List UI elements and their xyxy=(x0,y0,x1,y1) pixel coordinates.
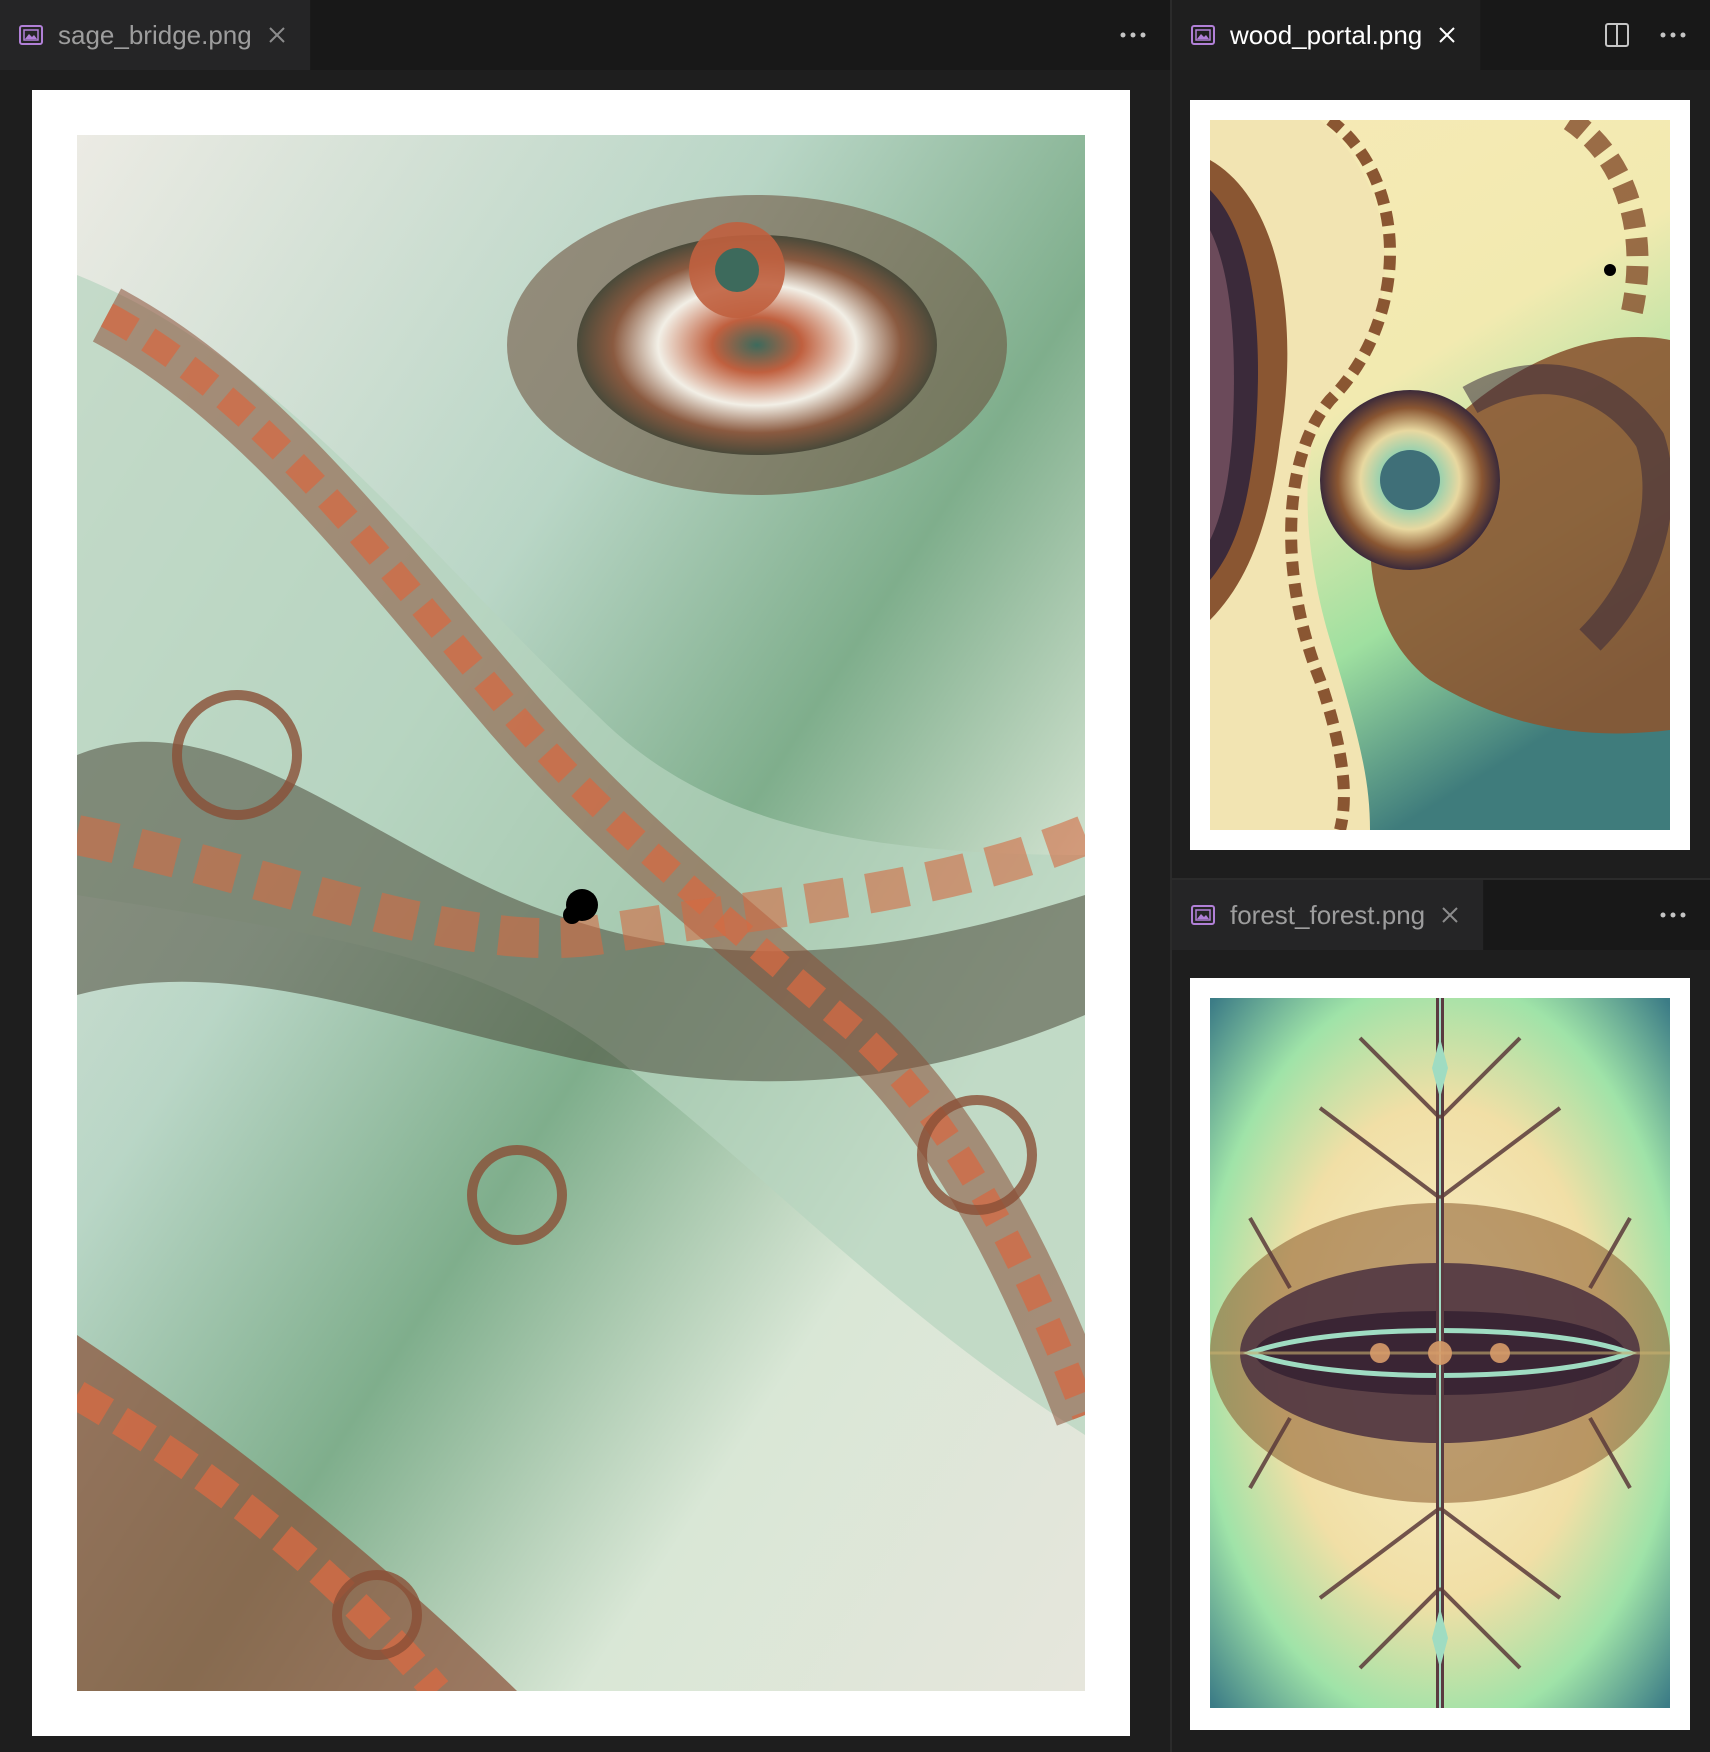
editor-actions xyxy=(1118,0,1170,70)
tab-label: forest_forest.png xyxy=(1230,899,1426,930)
fractal-image xyxy=(77,135,1085,1691)
split-editor-icon[interactable] xyxy=(1602,20,1632,50)
tab-sage-bridge[interactable]: sage_bridge.png xyxy=(0,0,311,70)
editor-actions xyxy=(1658,880,1710,950)
image-file-icon xyxy=(1190,23,1216,47)
more-actions-icon[interactable] xyxy=(1118,20,1148,50)
image-preview-sage-bridge xyxy=(32,90,1130,1736)
tab-bar-left: sage_bridge.png xyxy=(0,0,1170,70)
editor-group-top-right: wood_portal.png xyxy=(1172,0,1710,878)
image-file-icon xyxy=(1190,903,1216,927)
image-preview-forest-forest xyxy=(1190,978,1690,1730)
tab-bar-top-right: wood_portal.png xyxy=(1172,0,1710,70)
more-actions-icon[interactable] xyxy=(1658,20,1688,50)
editor-actions xyxy=(1602,0,1710,70)
tab-label: sage_bridge.png xyxy=(58,19,252,50)
editor-group-left: sage_bridge.png xyxy=(0,0,1170,1752)
editor-workbench: sage_bridge.png wood_portal.png forest_f… xyxy=(0,0,1710,1752)
fractal-image xyxy=(1210,998,1670,1708)
more-actions-icon[interactable] xyxy=(1658,900,1688,930)
editor-group-bottom-right: forest_forest.png xyxy=(1172,880,1710,1752)
fractal-image xyxy=(1210,120,1670,830)
tab-wood-portal[interactable]: wood_portal.png xyxy=(1172,0,1482,70)
tab-bar-bottom-right: forest_forest.png xyxy=(1172,880,1710,950)
image-file-icon xyxy=(18,23,44,47)
image-preview-area xyxy=(1172,70,1710,878)
close-icon[interactable] xyxy=(1436,24,1458,46)
close-icon[interactable] xyxy=(1439,904,1461,926)
image-preview-area xyxy=(1172,950,1710,1752)
image-preview-area xyxy=(0,70,1170,1752)
image-preview-wood-portal xyxy=(1190,100,1690,850)
close-icon[interactable] xyxy=(266,24,288,46)
tab-label: wood_portal.png xyxy=(1230,19,1423,50)
tab-forest-forest[interactable]: forest_forest.png xyxy=(1172,880,1485,950)
